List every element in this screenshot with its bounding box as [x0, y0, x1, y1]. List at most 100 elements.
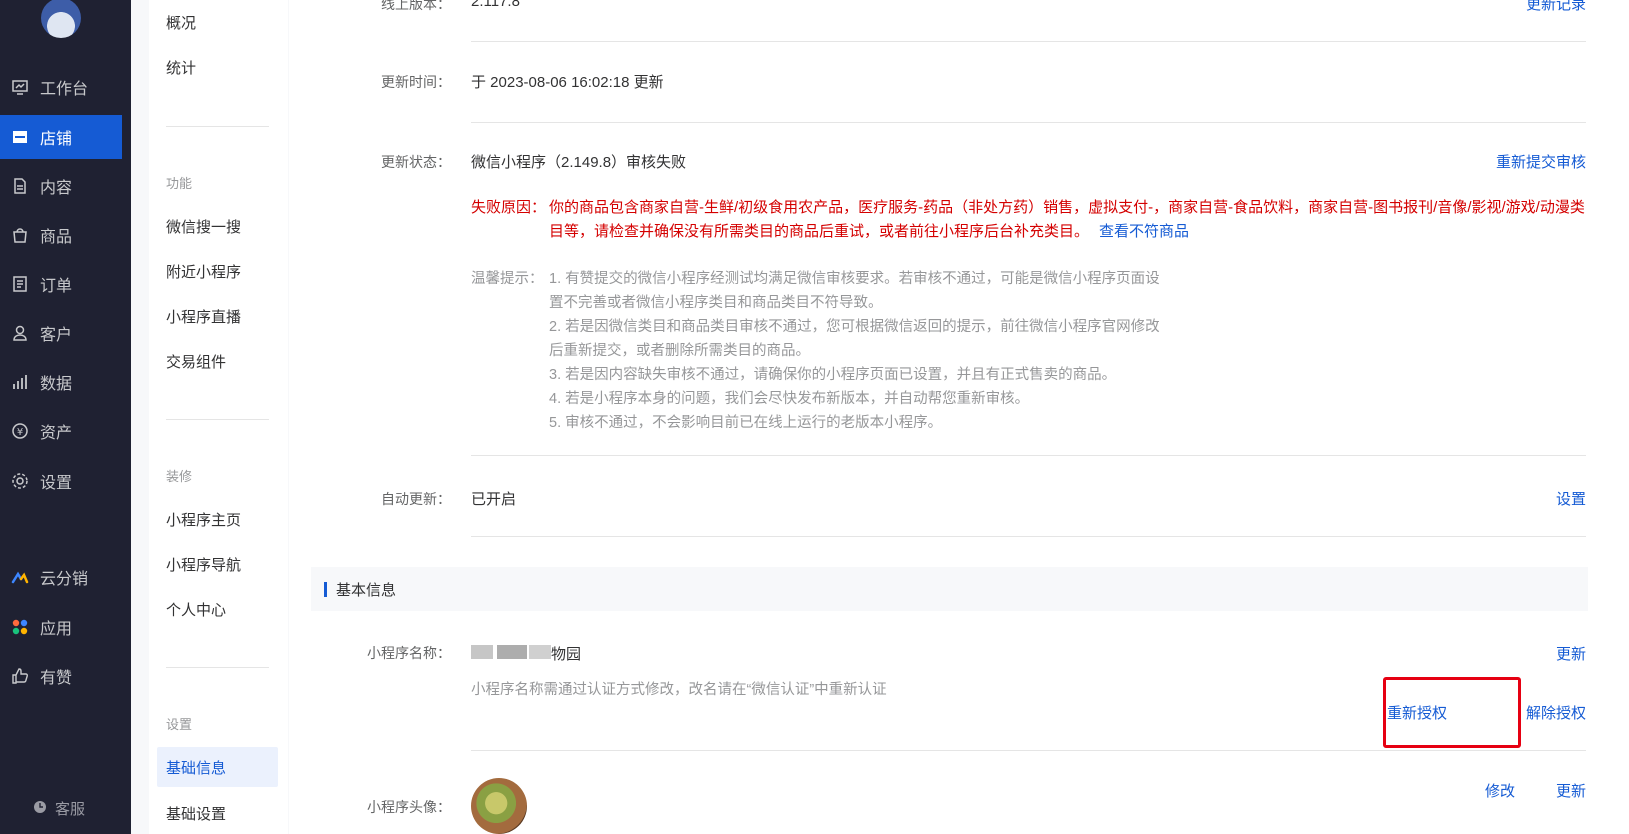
divider: [471, 122, 1586, 123]
apps-icon: [11, 618, 29, 636]
nav2-statistics[interactable]: 统计: [166, 57, 196, 78]
redaction-block: [529, 645, 551, 659]
divider: [471, 750, 1586, 751]
reauthorize-link[interactable]: 重新授权: [1387, 702, 1447, 723]
nav-label: 内容: [40, 180, 73, 197]
customer-icon: [11, 324, 29, 342]
nav-cloud-distribution[interactable]: 云分销: [0, 555, 122, 599]
divider: [471, 536, 1586, 537]
nav-label: 设置: [40, 475, 73, 492]
divider: [471, 455, 1586, 456]
tips-body: 1. 有赞提交的微信小程序经测试均满足微信审核要求。若审核不通过，可能是微信小程…: [549, 267, 1169, 435]
update-history-link[interactable]: 更新记录: [1526, 0, 1586, 14]
resubmit-review-link[interactable]: 重新提交审核: [1496, 151, 1586, 172]
nav2-miniprogram-home[interactable]: 小程序主页: [166, 509, 241, 530]
nav-asset[interactable]: ¥ 资产: [0, 409, 122, 453]
miniprogram-avatar-label: 小程序头像：: [367, 799, 451, 815]
nav2-trade-component[interactable]: 交易组件: [166, 351, 226, 372]
redaction-block: [471, 645, 493, 659]
nav2-basic-info[interactable]: 基础信息: [166, 757, 226, 778]
asset-icon: ¥: [11, 422, 29, 440]
update-time-label: 更新时间：: [381, 74, 451, 90]
update-status-label: 更新状态：: [381, 154, 451, 170]
tip-item: 5. 审核不通过，不会影响目前已在线上运行的老版本小程序。: [549, 415, 943, 431]
miniprogram-name-label: 小程序名称：: [367, 645, 451, 661]
revoke-authorization-link[interactable]: 解除授权: [1526, 702, 1586, 723]
nav-label: 订单: [40, 278, 73, 295]
redaction-block: [497, 645, 527, 659]
nav-label: 应用: [40, 621, 73, 638]
youzan-thumb-icon: [11, 667, 29, 685]
tip-item: 3. 若是因内容缺失审核不通过，请确保你的小程序页面已设置，并且有正式售卖的商品…: [549, 367, 1117, 383]
divider: [166, 419, 269, 420]
avatar-update-link[interactable]: 更新: [1556, 780, 1586, 801]
divider: [471, 41, 1586, 42]
nav2-group-title: 功能: [166, 176, 193, 191]
main-content: 线上版本： 2.117.8 更新记录 更新时间： 于 2023-08-06 16…: [289, 0, 1629, 834]
nav-label: 客户: [40, 327, 73, 344]
miniprogram-name-tail: 物园: [551, 646, 582, 663]
fail-reason-body: 你的商品包含商家自营-生鲜/初级食用农产品，医疗服务-药品（非处方药）销售，虚拟…: [549, 199, 1585, 240]
nav2-wechat-search[interactable]: 微信搜一搜: [166, 216, 241, 237]
data-icon: [11, 373, 29, 391]
nav-label: 店铺: [40, 131, 73, 148]
nav-content[interactable]: 内容: [0, 164, 122, 208]
cloud-distribution-icon: [11, 568, 29, 586]
nav-customer[interactable]: 客户: [0, 311, 122, 355]
nav-label: 商品: [40, 229, 73, 246]
update-time-value: 于 2023-08-06 16:02:18 更新: [471, 74, 664, 91]
nav-label: 资产: [40, 425, 73, 442]
content-icon: [11, 177, 29, 195]
svg-text:¥: ¥: [17, 427, 23, 438]
store-icon: [11, 128, 29, 146]
nav-workbench[interactable]: 工作台: [0, 65, 122, 109]
secondary-sidebar: 概况 统计 功能 微信搜一搜 附近小程序 小程序直播 交易组件 装修 小程序主页…: [149, 0, 288, 834]
customer-service-button[interactable]: 客服: [33, 798, 85, 819]
nav2-group-title: 装修: [166, 469, 193, 484]
nav-label: 数据: [40, 376, 73, 393]
auto-update-settings-link[interactable]: 设置: [1556, 488, 1586, 509]
nav2-overview[interactable]: 概况: [166, 12, 196, 33]
auto-update-label: 自动更新：: [381, 491, 451, 507]
nav-goods[interactable]: 商品: [0, 213, 122, 257]
fail-reason-text: 你的商品包含商家自营-生鲜/初级食用农产品，医疗服务-药品（非处方药）销售，虚拟…: [549, 196, 1586, 244]
settings-icon: [11, 472, 29, 490]
nav2-personal-center[interactable]: 个人中心: [166, 599, 226, 620]
online-version-label: 线上版本：: [381, 0, 451, 12]
divider: [166, 126, 269, 127]
section-accent-bar: [324, 582, 327, 597]
nav-label: 有赞: [40, 670, 73, 687]
shop-avatar[interactable]: [41, 0, 81, 38]
nav-apps[interactable]: 应用: [0, 605, 122, 649]
tip-item: 2. 若是因微信类目和商品类目审核不通过，您可根据微信返回的提示，前往微信小程序…: [549, 319, 1160, 359]
nav-label: 工作台: [40, 81, 89, 98]
auto-update-value: 已开启: [471, 491, 517, 508]
nav2-nearby-miniprogram[interactable]: 附近小程序: [166, 261, 241, 282]
tip-item: 4. 若是小程序本身的问题，我们会尽快发布新版本，并自动帮您重新审核。: [549, 391, 1030, 407]
update-status-value: 微信小程序（2.149.8）审核失败: [471, 154, 687, 171]
online-version-value: 2.117.8: [471, 0, 520, 10]
view-mismatched-goods-link[interactable]: 查看不符商品: [1099, 223, 1189, 240]
nav-store[interactable]: 店铺: [0, 115, 122, 159]
nav-order[interactable]: 订单: [0, 262, 122, 306]
nav2-miniprogram-live[interactable]: 小程序直播: [166, 306, 241, 327]
nav2-miniprogram-nav[interactable]: 小程序导航: [166, 554, 241, 575]
nav-settings[interactable]: 设置: [0, 459, 122, 503]
avatar-modify-link[interactable]: 修改: [1485, 780, 1515, 801]
customer-service-label: 客服: [55, 801, 86, 818]
order-icon: [11, 275, 29, 293]
miniprogram-avatar-image: [471, 778, 527, 834]
section-title: 基本信息: [336, 582, 397, 599]
nav-label: 云分销: [40, 571, 89, 588]
tip-item: 1. 有赞提交的微信小程序经测试均满足微信审核要求。若审核不通过，可能是微信小程…: [549, 271, 1160, 311]
miniprogram-name-blurred: 物园: [471, 643, 582, 663]
name-update-link[interactable]: 更新: [1556, 643, 1586, 664]
nav2-basic-settings[interactable]: 基础设置: [166, 803, 226, 824]
nav-youzan[interactable]: 有赞: [0, 654, 122, 698]
goods-icon: [11, 226, 29, 244]
fail-reason-head: 失败原因：: [471, 199, 547, 216]
name-hint: 小程序名称需通过认证方式修改，改名请在“微信认证”中重新认证: [471, 682, 887, 698]
nav-data[interactable]: 数据: [0, 360, 122, 404]
tips-head: 温馨提示：: [471, 271, 544, 287]
nav2-group-title: 设置: [166, 717, 193, 732]
